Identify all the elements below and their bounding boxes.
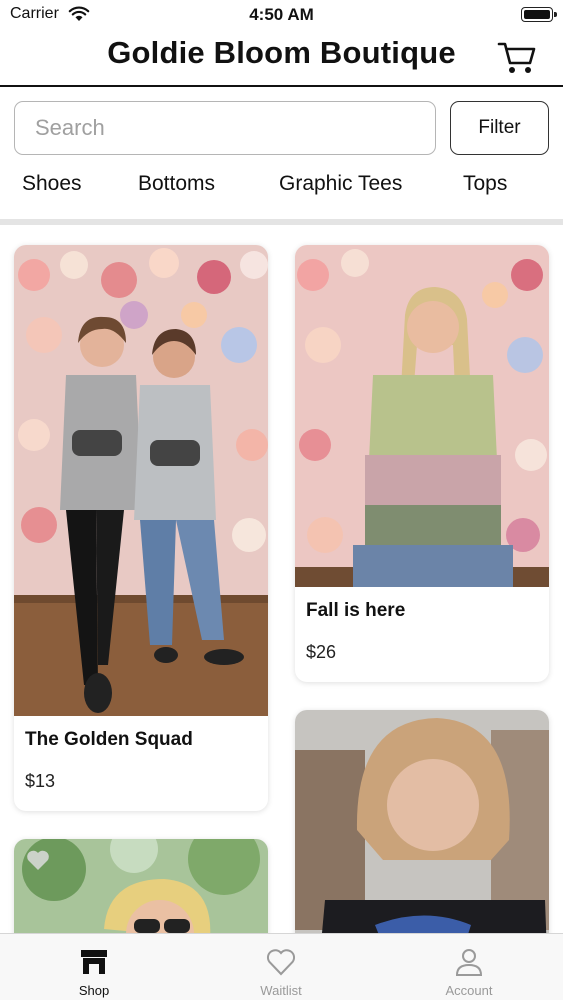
store-icon <box>81 950 107 974</box>
section-divider <box>0 219 563 225</box>
clock: 4:50 AM <box>249 5 314 24</box>
page-title: Goldie Bloom Boutique <box>107 35 456 70</box>
category-graphic-tees[interactable]: Graphic Tees <box>279 172 402 196</box>
category-bar: Shoes Bottoms Graphic Tees Tops <box>0 172 563 204</box>
tab-waitlist[interactable]: Waitlist <box>187 934 375 1000</box>
tab-bar: Shop Waitlist Account <box>0 933 563 1000</box>
battery-icon <box>521 7 557 22</box>
product-image <box>14 245 268 716</box>
search-input[interactable] <box>14 101 436 155</box>
category-shoes[interactable]: Shoes <box>22 172 82 196</box>
tab-label: Waitlist <box>260 983 302 998</box>
favorite-heart-icon[interactable] <box>26 849 50 871</box>
category-bottoms[interactable]: Bottoms <box>138 172 215 196</box>
category-tops[interactable]: Tops <box>463 172 507 196</box>
tab-shop[interactable]: Shop <box>0 934 188 1000</box>
product-price: $13 <box>25 771 56 791</box>
product-name: Fall is here <box>306 600 406 621</box>
person-icon <box>455 949 483 976</box>
tab-label: Shop <box>78 983 110 998</box>
app-header: Goldie Bloom Boutique <box>0 30 563 87</box>
tab-label: Account <box>445 983 493 998</box>
filter-button[interactable]: Filter <box>450 101 549 155</box>
status-bar: Carrier 4:50 AM <box>0 0 563 30</box>
cart-icon <box>497 42 536 73</box>
product-price: $26 <box>306 642 337 662</box>
product-name: The Golden Squad <box>25 729 193 750</box>
product-image <box>295 245 549 587</box>
product-card[interactable]: The Golden Squad $13 <box>14 245 268 811</box>
product-card[interactable]: Fall is here $26 <box>295 245 549 682</box>
cart-button[interactable] <box>497 40 537 76</box>
tab-account[interactable]: Account <box>375 934 563 1000</box>
heart-icon <box>266 949 296 976</box>
